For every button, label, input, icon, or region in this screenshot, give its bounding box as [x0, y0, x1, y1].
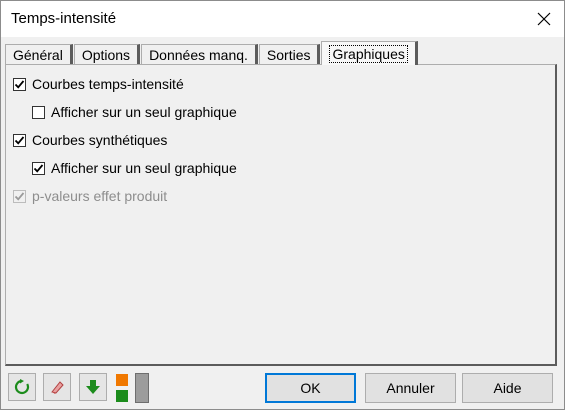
ok-button[interactable]: OK — [265, 373, 356, 403]
tab-label: Graphiques — [329, 44, 408, 63]
button-label: OK — [300, 380, 321, 396]
tab-missing-data[interactable]: Données manq. — [141, 44, 258, 65]
tab-label: Données manq. — [149, 47, 248, 63]
close-button[interactable] — [530, 5, 558, 33]
layout-squares-icon — [116, 374, 128, 402]
checkbox[interactable] — [32, 105, 45, 119]
tab-label: Options — [81, 47, 131, 63]
option-label: Courbes synthétiques — [32, 132, 168, 148]
check-icon — [14, 79, 25, 89]
option-product-effect-pvalues: p-valeurs effet produit — [13, 186, 167, 206]
option-label: p-valeurs effet produit — [32, 188, 168, 204]
tab-options[interactable]: Options — [73, 44, 141, 65]
close-icon — [537, 12, 551, 26]
check-icon — [33, 163, 44, 173]
download-arrow-icon — [86, 380, 100, 394]
option-label: Courbes temps-intensité — [32, 76, 184, 92]
tab-general[interactable]: Général — [5, 44, 73, 65]
layout-toggle[interactable] — [113, 373, 133, 403]
checkbox — [13, 189, 26, 203]
option-single-chart-1[interactable]: Afficher sur un seul graphique — [32, 102, 237, 122]
option-label: Afficher sur un seul graphique — [51, 104, 237, 120]
tab-strip: Général Options Données manq. Sorties Gr… — [5, 41, 419, 65]
check-icon — [14, 191, 25, 201]
load-button[interactable] — [79, 373, 107, 401]
dialog-window: Temps-intensité Général Options Données … — [0, 0, 565, 410]
title-bar: Temps-intensité — [1, 1, 564, 37]
option-single-chart-2[interactable]: Afficher sur un seul graphique — [32, 158, 237, 178]
help-button[interactable]: Aide — [462, 373, 553, 403]
check-icon — [14, 135, 25, 145]
reset-icon — [14, 379, 30, 395]
window-title: Temps-intensité — [11, 10, 117, 27]
option-label: Afficher sur un seul graphique — [51, 160, 237, 176]
clear-button[interactable] — [43, 373, 71, 401]
button-label: Aide — [493, 380, 522, 396]
option-time-intensity-curves[interactable]: Courbes temps-intensité — [13, 74, 184, 94]
panel-splitter[interactable] — [135, 373, 149, 403]
tab-charts[interactable]: Graphiques — [321, 41, 418, 65]
checkbox[interactable] — [13, 133, 26, 147]
tab-outputs[interactable]: Sorties — [258, 44, 321, 65]
cancel-button[interactable]: Annuler — [365, 373, 456, 403]
checkbox[interactable] — [13, 77, 26, 91]
tab-label: Général — [13, 47, 63, 63]
eraser-icon — [51, 381, 64, 394]
option-synthetic-curves[interactable]: Courbes synthétiques — [13, 130, 167, 150]
reset-button[interactable] — [8, 373, 36, 401]
tab-label: Sorties — [266, 47, 311, 63]
button-label: Annuler — [386, 380, 435, 396]
checkbox[interactable] — [32, 161, 45, 175]
